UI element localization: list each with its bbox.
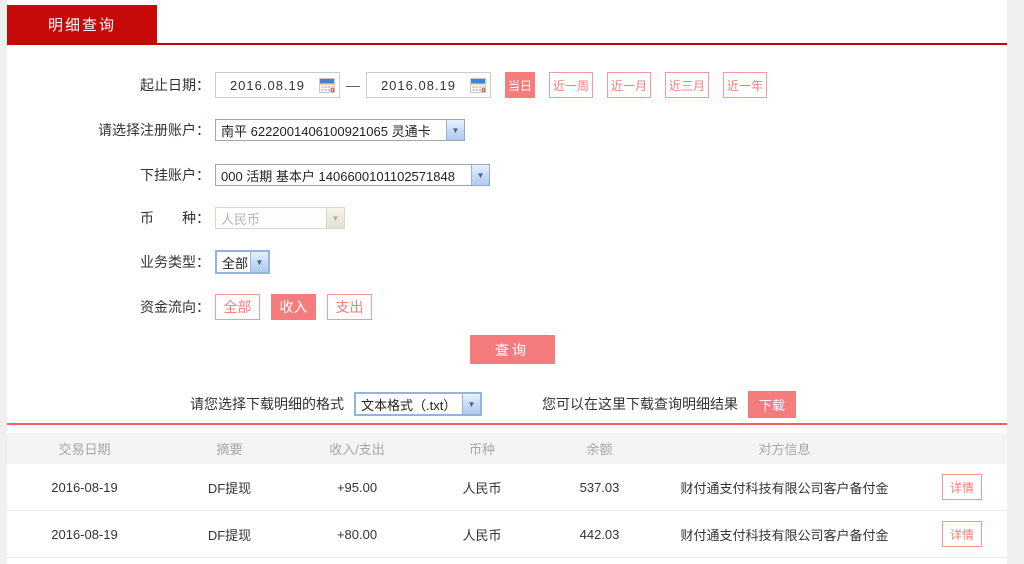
cell-currency: 人民币 — [462, 480, 502, 496]
chevron-down-icon[interactable]: ▼ — [250, 252, 268, 272]
fund-flow-label: 资金流向： — [140, 299, 210, 315]
cell-amount: +95.00 — [336, 479, 378, 495]
register-account-label: 请选择注册账户： — [98, 122, 210, 138]
fund-flow-row: 资金流向： 全部 收入 支出 — [7, 294, 1007, 320]
register-account-value: 南平 6222001406100921065 灵通卡 — [221, 123, 431, 139]
sub-account-value: 000 活期 基本户 1406600101102571848 — [221, 168, 455, 184]
download-format-label: 请您选择下载明细的格式 — [190, 396, 344, 412]
flow-income-button[interactable]: 收入 — [271, 294, 316, 320]
chevron-down-icon[interactable]: ▼ — [462, 394, 480, 414]
content-panel: 明细查询 起止日期： 2016.08.19 — 2016.08.19 当日 近一… — [7, 0, 1007, 564]
flow-all-button[interactable]: 全部 — [215, 294, 260, 320]
section-divider — [7, 423, 1007, 425]
currency-row: 币 种： 人民币 ▼ — [7, 206, 1007, 230]
register-account-select[interactable]: 南平 6222001406100921065 灵通卡 ▼ — [215, 119, 465, 141]
business-type-row: 业务类型： 全部 ▼ — [7, 250, 1007, 274]
download-hint: 您可以在这里下载查询明细结果 — [542, 396, 738, 412]
cell-summary: DF提现 — [207, 480, 252, 496]
table-row: 2016-08-19 DF提现 +95.00 人民币 537.03 财付通支付科… — [7, 464, 1007, 511]
download-button[interactable]: 下载 — [748, 390, 796, 418]
date-from-value: 2016.08.19 — [229, 77, 306, 93]
sub-account-label: 下挂账户： — [140, 167, 210, 183]
date-range-row: 起止日期： 2016.08.19 — 2016.08.19 当日 近一周 近一月… — [7, 72, 1007, 98]
sub-account-row: 下挂账户： 000 活期 基本户 1406600101102571848 ▼ — [7, 163, 1007, 187]
detail-button[interactable]: 详情 — [942, 474, 982, 500]
header-balance: 余额 — [586, 442, 613, 457]
currency-value: 人民币 — [221, 211, 261, 227]
cell-summary: DF提现 — [207, 527, 252, 543]
business-type-value: 全部 — [222, 255, 249, 271]
transactions-table: 交易日期 摘要 收入/支出 币种 余额 对方信息 2016-08-19 DF提现… — [7, 433, 1007, 558]
chevron-down-icon[interactable]: ▼ — [446, 120, 464, 140]
detail-button[interactable]: 详情 — [942, 521, 982, 547]
range-month-button[interactable]: 近一月 — [607, 72, 652, 98]
download-row: 请您选择下载明细的格式 文本格式（.txt） ▼ 您可以在这里下载查询明细结果 … — [7, 390, 1007, 418]
business-type-select[interactable]: 全部 ▼ — [215, 250, 270, 274]
table-header-row: 交易日期 摘要 收入/支出 币种 余额 对方信息 — [7, 433, 1007, 464]
date-to-input[interactable]: 2016.08.19 — [366, 72, 491, 98]
download-format-value: 文本格式（.txt） — [361, 397, 457, 413]
date-range-label: 起止日期： — [140, 77, 210, 93]
cell-counterparty: 财付通支付科技有限公司客户备付金 — [680, 480, 889, 496]
cell-trade-date: 2016-08-19 — [51, 479, 118, 495]
flow-expense-button[interactable]: 支出 — [327, 294, 372, 320]
header-currency: 币种 — [468, 442, 495, 457]
cell-balance: 442.03 — [579, 526, 620, 542]
query-row: 查询 — [7, 335, 1007, 364]
sub-account-select[interactable]: 000 活期 基本户 1406600101102571848 ▼ — [215, 164, 490, 186]
range-year-button[interactable]: 近一年 — [723, 72, 768, 98]
date-from-input[interactable]: 2016.08.19 — [215, 72, 340, 98]
header-summary: 摘要 — [216, 442, 243, 457]
register-account-row: 请选择注册账户： 南平 6222001406100921065 灵通卡 ▼ — [7, 118, 1007, 142]
cell-amount: +80.00 — [336, 526, 378, 542]
range-today-button[interactable]: 当日 — [505, 72, 535, 98]
cell-balance: 537.03 — [579, 479, 620, 495]
chevron-down-icon[interactable]: ▼ — [471, 165, 489, 185]
date-range-separator: — — [346, 77, 360, 93]
query-button[interactable]: 查询 — [469, 335, 555, 364]
range-week-button[interactable]: 近一周 — [549, 72, 594, 98]
tab-bar: 明细查询 — [7, 0, 1007, 45]
header-counterparty: 对方信息 — [758, 442, 811, 457]
chevron-down-icon: ▼ — [326, 208, 344, 228]
business-type-label: 业务类型： — [140, 254, 210, 270]
table-row: 2016-08-19 DF提现 +80.00 人民币 442.03 财付通支付科… — [7, 511, 1007, 558]
header-income-expense: 收入/支出 — [329, 442, 385, 457]
cell-counterparty: 财付通支付科技有限公司客户备付金 — [680, 527, 889, 543]
download-format-select[interactable]: 文本格式（.txt） ▼ — [354, 392, 482, 416]
range-quarter-button[interactable]: 近三月 — [665, 72, 710, 98]
calendar-icon[interactable] — [470, 77, 488, 94]
calendar-icon[interactable] — [319, 77, 337, 94]
cell-currency: 人民币 — [462, 527, 502, 543]
tab-detail-query[interactable]: 明细查询 — [7, 5, 157, 43]
currency-select: 人民币 ▼ — [215, 207, 345, 229]
currency-label: 币 种： — [140, 210, 210, 226]
cell-trade-date: 2016-08-19 — [51, 526, 118, 542]
header-trade-date: 交易日期 — [58, 442, 111, 457]
date-to-value: 2016.08.19 — [380, 77, 457, 93]
